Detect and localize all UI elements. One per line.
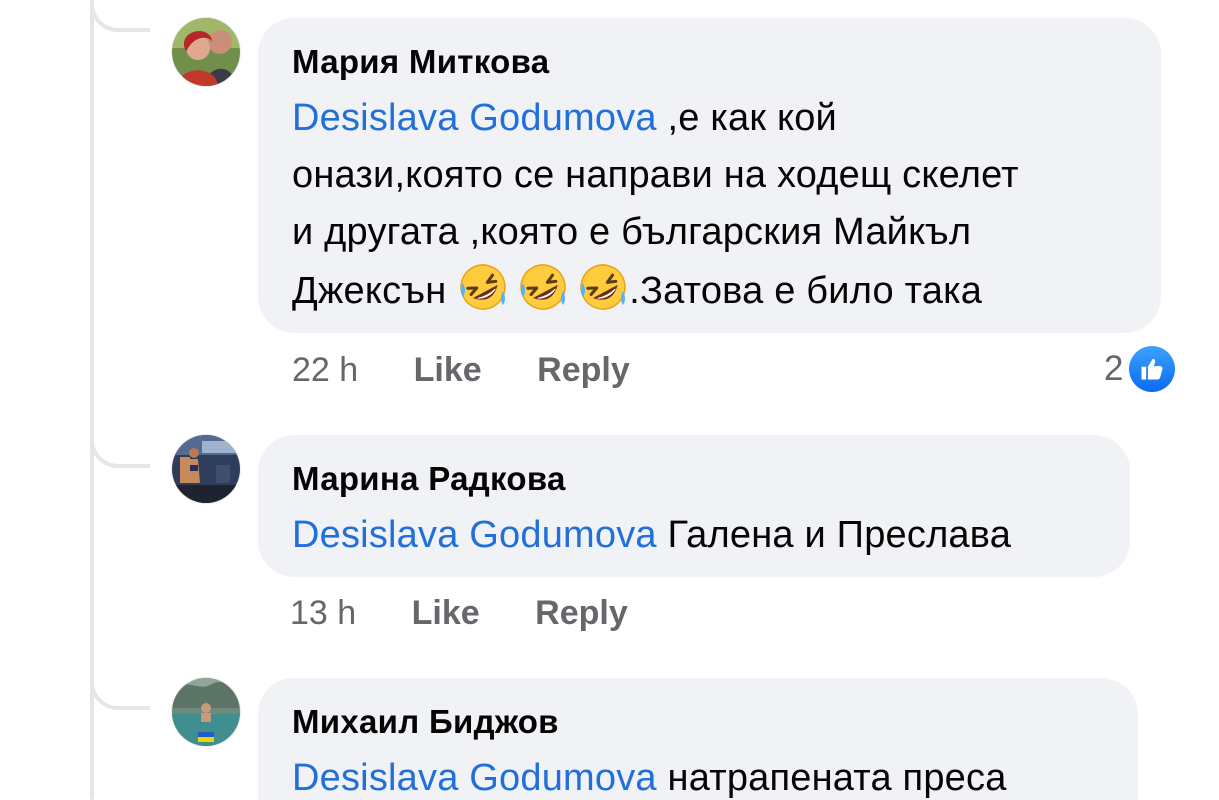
comment-bubble: Мария Миткова Desislava Godumova ,е как … xyxy=(258,18,1161,333)
comment-actions: 22 h Like Reply xyxy=(292,348,676,392)
reply-button[interactable]: Reply xyxy=(535,591,628,635)
comment-text: Desislava Godumova натрапената преса xyxy=(292,750,1104,800)
comment-text: Desislava Godumova Галена и Преслава xyxy=(292,507,1096,564)
comment-author[interactable]: Мария Миткова xyxy=(292,42,1127,82)
thread-connector xyxy=(90,428,150,468)
avatar[interactable] xyxy=(172,678,240,746)
thread-connector xyxy=(90,670,150,710)
mention-link[interactable]: Desislava Godumova xyxy=(292,757,657,799)
comment-actions: 13 h Like Reply xyxy=(290,591,674,635)
comment-bubble: Марина Радкова Desislava Godumova Галена… xyxy=(258,435,1130,577)
comment-bubble: Михаил Биджов Desislava Godumova натрапе… xyxy=(258,678,1138,800)
comment-text-line: и другата ,която е българския Майкъл xyxy=(292,211,972,253)
comment-author[interactable]: Михаил Биджов xyxy=(292,702,1104,742)
comment-text: Desislava Godumova ,е как кой онази,коят… xyxy=(292,90,1127,320)
rolling-on-floor-laughing-icon xyxy=(457,261,509,313)
comment-thread: Мария Миткова Desislava Godumova ,е как … xyxy=(0,0,1219,800)
comment-text-line: Галена и Преслава xyxy=(656,514,1012,556)
comment-author[interactable]: Марина Радкова xyxy=(292,459,1096,499)
avatar[interactable] xyxy=(172,435,240,503)
rolling-on-floor-laughing-icon xyxy=(577,261,629,313)
comment-timestamp[interactable]: 13 h xyxy=(290,591,356,635)
comment-text-line: Джексън xyxy=(292,270,458,312)
reaction-summary[interactable]: 2 xyxy=(1104,344,1176,394)
like-button[interactable]: Like xyxy=(414,348,482,392)
like-icon xyxy=(1129,346,1176,392)
mention-link[interactable]: Desislava Godumova xyxy=(292,514,657,556)
reply-button[interactable]: Reply xyxy=(537,348,630,392)
mention-link[interactable]: Desislava Godumova xyxy=(292,97,657,139)
like-button[interactable]: Like xyxy=(412,591,480,635)
comment-text-line: онази,която се направи на ходещ скелет xyxy=(292,154,1019,196)
comment-text-line: .Затова е било така xyxy=(629,270,983,312)
comment-timestamp[interactable]: 22 h xyxy=(292,348,358,392)
avatar[interactable] xyxy=(172,18,240,86)
rolling-on-floor-laughing-icon xyxy=(517,261,569,313)
thread-connector xyxy=(90,0,150,32)
reaction-count: 2 xyxy=(1104,349,1124,388)
comment-text-line: ,е как кой xyxy=(656,97,837,139)
comment-text-line: натрапената преса xyxy=(656,757,1007,799)
